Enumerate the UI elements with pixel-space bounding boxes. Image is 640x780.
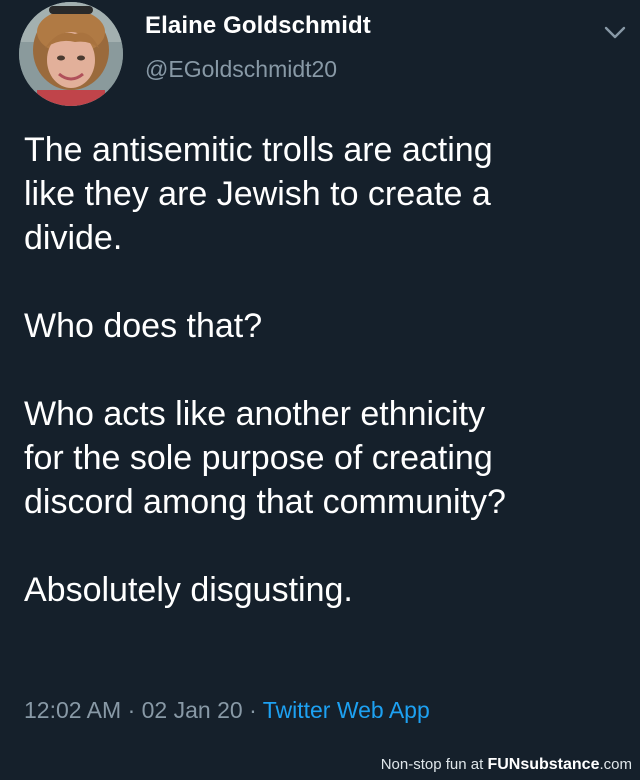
avatar-photo-icon [19, 2, 123, 106]
tweet-date[interactable]: 02 Jan 20 [142, 697, 243, 723]
tweet-paragraph: The antisemitic trolls are acting like t… [24, 131, 493, 257]
tweet-card: Elaine Goldschmidt @EGoldschmidt20 The a… [0, 0, 640, 750]
tweet-metadata: 12:02 AM · 02 Jan 20 · Twitter Web App [24, 697, 430, 724]
tweet-paragraph: Who does that? [24, 307, 263, 345]
tweet-time[interactable]: 12:02 AM [24, 697, 121, 723]
profile-avatar[interactable] [19, 2, 123, 106]
watermark-text: Non-stop fun at FUNsubstance.com [381, 756, 632, 774]
tweet-paragraph: Absolutely disgusting. [24, 571, 353, 609]
user-handle[interactable]: @EGoldschmidt20 [145, 56, 337, 83]
tweet-source-link[interactable]: Twitter Web App [263, 697, 430, 723]
chevron-down-icon[interactable] [604, 26, 626, 40]
watermark-brand: FUNsubstance [487, 756, 600, 773]
watermark-suffix: .com [599, 756, 632, 773]
tweet-paragraph: Who acts like another ethnicity for the … [24, 395, 506, 521]
watermark-prefix: Non-stop fun at [380, 756, 488, 773]
watermark-bar: Non-stop fun at FUNsubstance.com [0, 750, 640, 780]
tweet-text: The antisemitic trolls are acting like t… [24, 128, 624, 656]
meta-separator: · [249, 697, 257, 723]
meta-separator: · [127, 697, 136, 723]
display-name[interactable]: Elaine Goldschmidt [145, 12, 371, 40]
